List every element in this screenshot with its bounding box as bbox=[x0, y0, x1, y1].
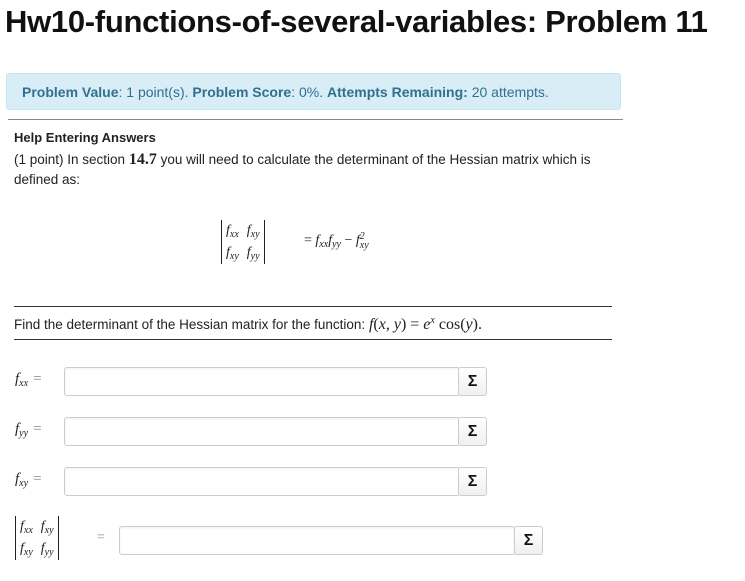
fyy-equation-editor-button[interactable]: Σ bbox=[458, 417, 487, 446]
problem-intro: (1 point) In section 14.7 you will need … bbox=[14, 151, 591, 187]
fxx-answer-input[interactable] bbox=[64, 367, 460, 396]
divider bbox=[14, 306, 612, 307]
determinant-equation-editor-button[interactable]: Σ bbox=[514, 526, 543, 555]
divider bbox=[8, 119, 623, 120]
hessian-determinant-formula: fxx fxy fxy fyy bbox=[221, 220, 265, 264]
fxy-equation-editor-button[interactable]: Σ bbox=[458, 467, 487, 496]
page-title: Hw10-functions-of-several-variables: Pro… bbox=[5, 4, 708, 39]
attempts-remaining-label: Attempts Remaining: bbox=[327, 84, 468, 100]
fyy-label: fyy = bbox=[15, 421, 42, 439]
problem-score-label: Problem Score bbox=[192, 84, 292, 100]
problem-score-text: : 0%. bbox=[291, 84, 328, 100]
fyy-answer-input[interactable] bbox=[64, 417, 460, 446]
fxx-label: fxx = bbox=[15, 371, 42, 389]
fxx-equation-editor-button[interactable]: Σ bbox=[458, 367, 487, 396]
attempts-remaining-text: 20 attempts. bbox=[467, 84, 549, 100]
determinant-answer-input[interactable] bbox=[119, 526, 515, 555]
find-instruction: Find the determinant of the Hessian matr… bbox=[14, 315, 482, 333]
help-entering-answers-link[interactable]: Help Entering Answers bbox=[14, 130, 156, 145]
problem-value-text: : 1 point(s). bbox=[118, 84, 193, 100]
problem-status-banner: Problem Value: 1 point(s). Problem Score… bbox=[6, 73, 621, 110]
divider bbox=[14, 339, 612, 340]
determinant-label: fxx fxy fxy fyy bbox=[15, 516, 59, 560]
function-formula: f(x, y) = ex cos(y). bbox=[368, 315, 482, 333]
fxy-label: fxy = bbox=[15, 471, 42, 489]
equals-sign: = bbox=[97, 530, 105, 545]
problem-value-label: Problem Value bbox=[22, 84, 119, 100]
fxy-answer-input[interactable] bbox=[64, 467, 460, 496]
hessian-expansion-formula: = fxxfyy − f 2 xy bbox=[304, 231, 369, 251]
section-number: 14.7 bbox=[128, 151, 157, 168]
